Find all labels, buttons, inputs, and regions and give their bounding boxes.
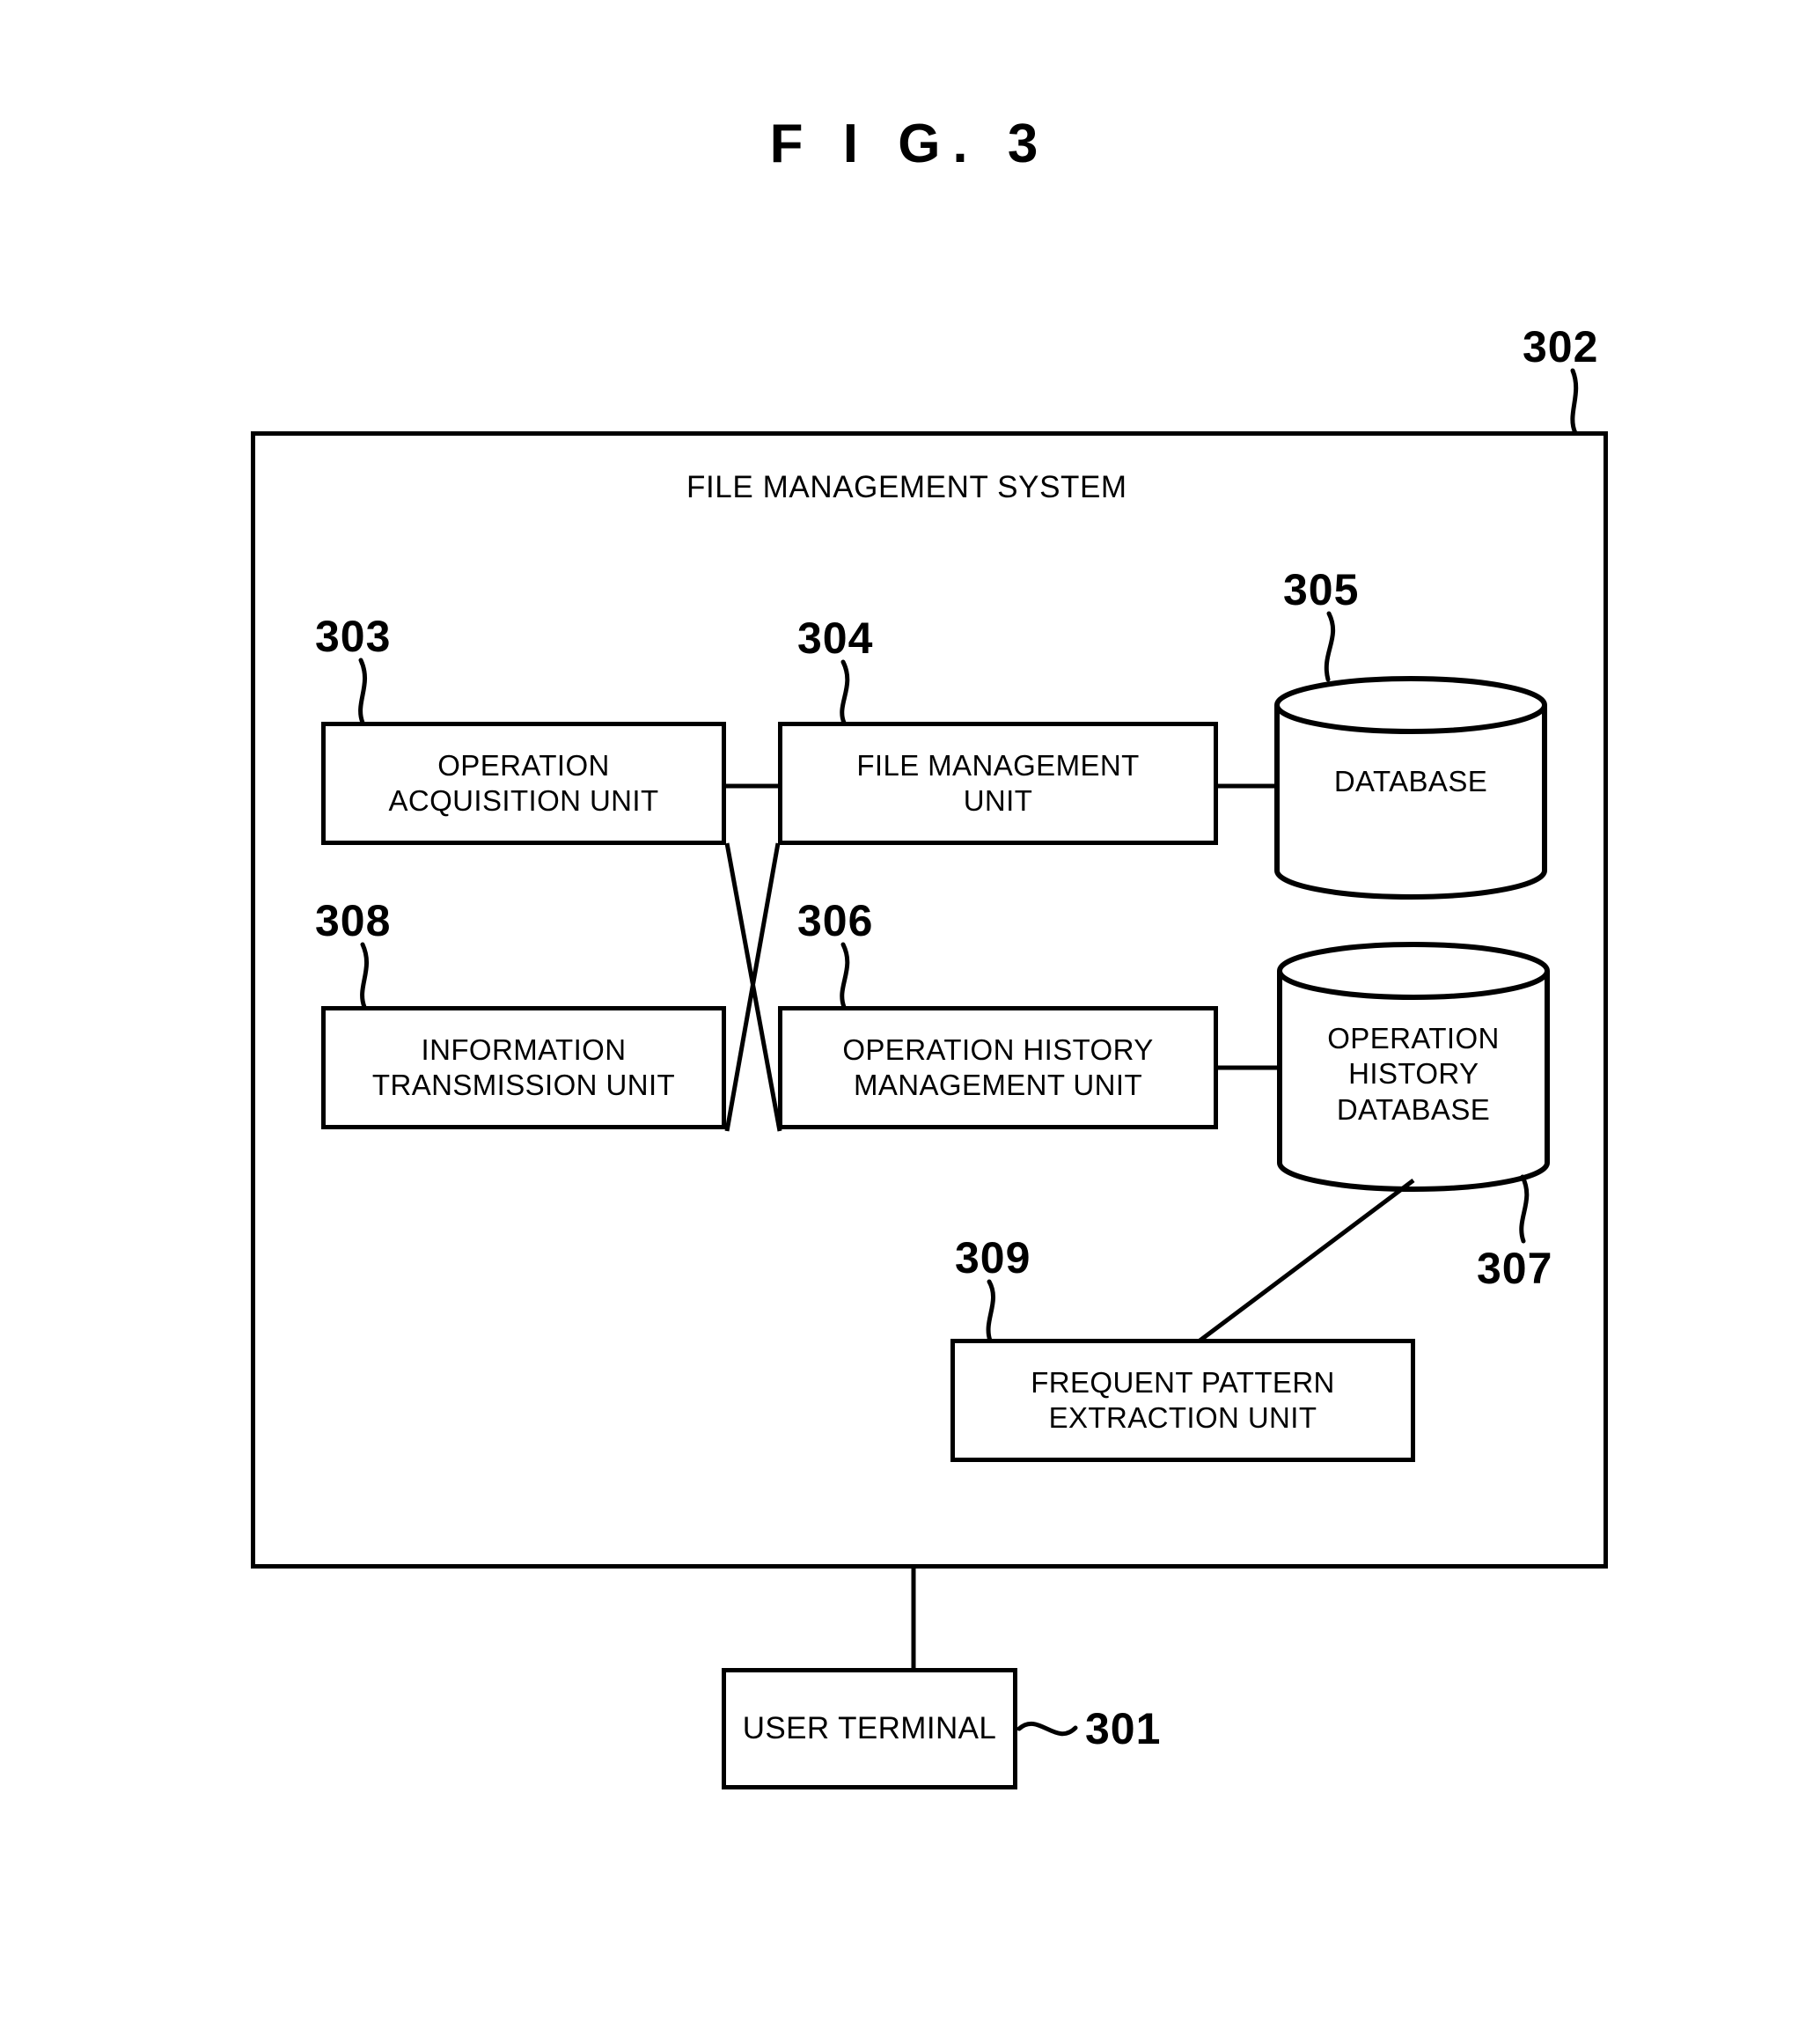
block-label-line2: MANAGEMENT UNIT [853,1069,1143,1101]
refnum-305: 305 [1283,565,1360,614]
block-label-line1: USER TERMINAL [742,1710,997,1745]
block-operation-acquisition-unit[interactable]: OPERATION ACQUISITION UNIT [321,722,726,845]
refnum-307: 307 [1477,1244,1553,1293]
refnum-309: 309 [955,1233,1031,1282]
block-file-management-unit[interactable]: FILE MANAGEMENT UNIT [778,722,1218,845]
system-title: FILE MANAGEMENT SYSTEM [686,470,1127,504]
refnum-306: 306 [797,896,874,945]
refnum-308: 308 [315,896,392,945]
database-cylinder[interactable]: DATABASE [1273,676,1548,900]
block-label-line2: ACQUISITION UNIT [388,784,659,817]
block-label-line2: UNIT [963,784,1033,817]
block-frequent-pattern-extraction-unit[interactable]: FREQUENT PATTERN EXTRACTION UNIT [950,1339,1415,1462]
refnum-302: 302 [1523,322,1599,371]
block-label-line1: OPERATION [437,748,610,782]
refnum-304: 304 [797,614,874,663]
block-operation-history-management-unit[interactable]: OPERATION HISTORY MANAGEMENT UNIT [778,1006,1218,1129]
block-label-line1: FILE MANAGEMENT [856,748,1140,782]
refnum-301: 301 [1085,1704,1162,1753]
block-label-line2: TRANSMISSION UNIT [371,1069,676,1101]
block-label-line2: EXTRACTION UNIT [1048,1401,1317,1434]
patent-figure: F I G. 3 FILE MANAGEMENT SYSTEM OPERATIO… [0,0,1820,2028]
block-label-line1: INFORMATION [421,1032,627,1066]
refnum-303: 303 [315,612,392,661]
block-label-line1: OPERATION HISTORY [842,1032,1154,1066]
figure-title: F I G. 3 [769,114,1051,174]
block-information-transmission-unit[interactable]: INFORMATION TRANSMISSION UNIT [321,1006,726,1129]
block-user-terminal[interactable]: USER TERMINAL [722,1668,1017,1789]
operation-history-database-cylinder[interactable]: OPERATION HISTORY DATABASE [1276,942,1551,1192]
block-label-line1: FREQUENT PATTERN [1031,1365,1335,1399]
